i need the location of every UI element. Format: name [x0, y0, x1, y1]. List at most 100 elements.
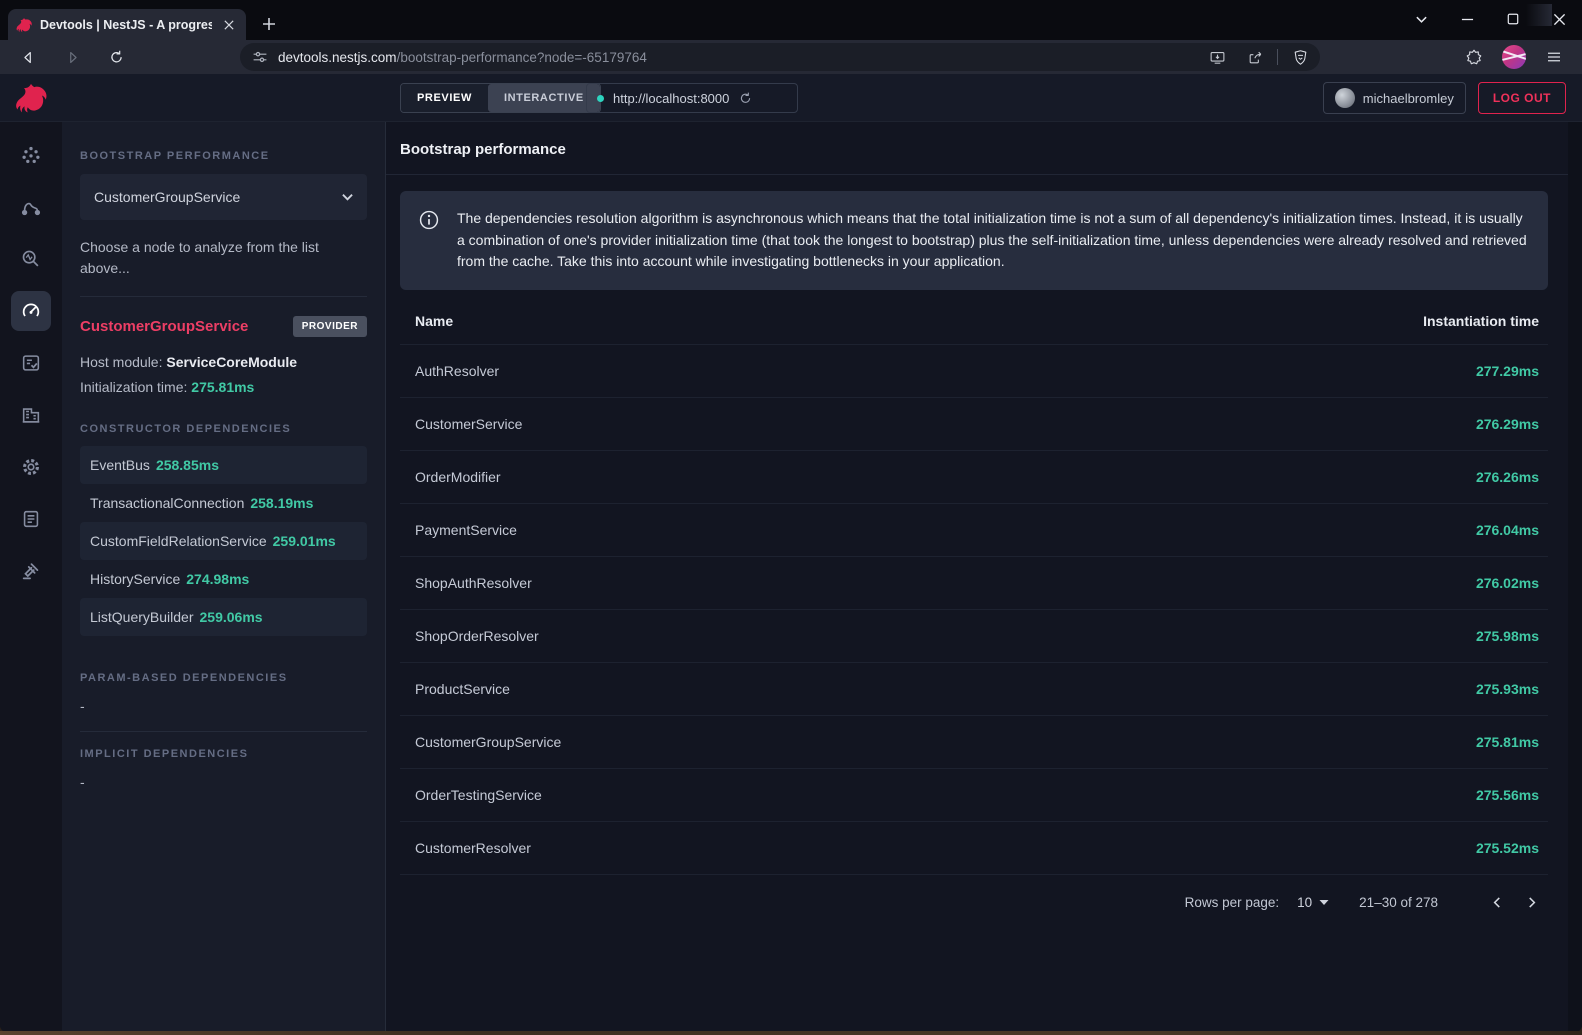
sidebar-item-inspect[interactable]: [11, 239, 51, 279]
dependency-name: TransactionalConnection: [90, 495, 244, 511]
dependency-item[interactable]: EventBus 258.85ms: [80, 446, 367, 484]
browser-window: Devtools | NestJS - A progressive: [0, 0, 1582, 1032]
tab-close-icon[interactable]: [220, 16, 238, 34]
row-time: 276.02ms: [1476, 575, 1539, 591]
previous-page-icon[interactable]: [1480, 885, 1514, 919]
table-row[interactable]: AuthResolver 277.29ms: [400, 344, 1548, 397]
back-button[interactable]: [12, 43, 44, 71]
sidebar-item-registry[interactable]: [11, 343, 51, 383]
table-header: Name Instantiation time: [400, 300, 1548, 344]
share-icon[interactable]: [1239, 43, 1271, 71]
constructor-deps-title: CONSTRUCTOR DEPENDENCIES: [80, 423, 367, 435]
dependency-time: 258.85ms: [156, 457, 219, 473]
browser-toolbar: devtools.nestjs.com/bootstrap-performanc…: [0, 40, 1582, 74]
scrollbar-gutter[interactable]: [1568, 122, 1582, 1032]
dependency-time: 258.19ms: [250, 495, 313, 511]
row-name: AuthResolver: [415, 363, 499, 379]
table-row[interactable]: OrderModifier 276.26ms: [400, 450, 1548, 503]
chevron-down-icon: [342, 193, 353, 201]
refresh-icon[interactable]: [738, 91, 753, 106]
param-deps-title: PARAM-BASED DEPENDENCIES: [80, 672, 367, 684]
selected-node-name: CustomerGroupService: [80, 318, 248, 335]
browser-menu-icon[interactable]: [1538, 43, 1570, 71]
minimize-button[interactable]: [1444, 0, 1490, 38]
toolbar-divider: [1277, 49, 1278, 65]
row-time: 275.93ms: [1476, 681, 1539, 697]
mode-switch: PREVIEW INTERACTIVE: [400, 83, 601, 113]
target-url-box[interactable]: http://localhost:8000: [586, 83, 798, 113]
dependency-time: 274.98ms: [186, 571, 249, 587]
browser-tab[interactable]: Devtools | NestJS - A progressive: [8, 9, 246, 40]
url-text: devtools.nestjs.com/bootstrap-performanc…: [278, 50, 1191, 65]
reload-button[interactable]: [100, 43, 132, 71]
sidebar-item-docs[interactable]: [11, 499, 51, 539]
row-time: 277.29ms: [1476, 363, 1539, 379]
dependency-name: EventBus: [90, 457, 150, 473]
row-time: 275.98ms: [1476, 628, 1539, 644]
logout-button[interactable]: LOG OUT: [1478, 82, 1566, 114]
table-row[interactable]: PaymentService 276.04ms: [400, 503, 1548, 556]
sidebar-item-performance[interactable]: [11, 291, 51, 331]
target-url: http://localhost:8000: [613, 91, 729, 106]
user-chip[interactable]: michaelbromley: [1323, 82, 1466, 114]
save-to-device-icon[interactable]: [1201, 43, 1233, 71]
tab-title: Devtools | NestJS - A progressive: [40, 18, 212, 32]
sidebar-item-graph[interactable]: [11, 135, 51, 175]
bootstrap-panel: BOOTSTRAP PERFORMANCE CustomerGroupServi…: [62, 122, 386, 1032]
sidebar-item-modules[interactable]: [11, 395, 51, 435]
new-tab-button[interactable]: [254, 9, 284, 39]
extensions-icon[interactable]: [1458, 43, 1490, 71]
url-path: /bootstrap-performance?node=-65179764: [397, 50, 647, 65]
dependency-item[interactable]: ListQueryBuilder 259.06ms: [80, 598, 367, 636]
row-time: 275.52ms: [1476, 840, 1539, 856]
nestjs-logo[interactable]: [0, 74, 62, 122]
dependency-time: 259.06ms: [200, 609, 263, 625]
tab-interactive[interactable]: INTERACTIVE: [488, 84, 600, 112]
rows-per-page-label: Rows per page:: [1185, 895, 1280, 910]
row-time: 275.56ms: [1476, 787, 1539, 803]
close-button[interactable]: [1536, 0, 1582, 38]
page-title: Bootstrap performance: [400, 141, 566, 158]
table-row[interactable]: CustomerResolver 275.52ms: [400, 821, 1548, 874]
dependency-item[interactable]: CustomFieldRelationService 259.01ms: [80, 522, 367, 560]
host-module-value: ServiceCoreModule: [166, 354, 297, 370]
forward-button[interactable]: [56, 43, 88, 71]
performance-table: Name Instantiation time AuthResolver 277…: [400, 300, 1548, 875]
constructor-deps-list: EventBus 258.85ms TransactionalConnectio…: [80, 446, 367, 636]
rows-per-page-select[interactable]: 10: [1297, 895, 1329, 910]
tab-search-icon[interactable]: [1398, 0, 1444, 38]
tab-preview[interactable]: PREVIEW: [401, 84, 488, 112]
row-time: 275.81ms: [1476, 734, 1539, 750]
site-settings-icon[interactable]: [252, 49, 268, 65]
sidebar-item-settings[interactable]: [11, 447, 51, 487]
row-name: ProductService: [415, 681, 510, 697]
init-time-row: Initialization time: 275.81ms: [80, 377, 367, 397]
browser-profile-avatar[interactable]: [1502, 45, 1526, 69]
next-page-icon[interactable]: [1514, 885, 1548, 919]
implicit-deps-value: -: [80, 774, 367, 790]
address-bar[interactable]: devtools.nestjs.com/bootstrap-performanc…: [240, 43, 1320, 71]
sidebar-item-routes[interactable]: [11, 187, 51, 227]
table-row[interactable]: CustomerService 276.29ms: [400, 397, 1548, 450]
dependency-name: CustomFieldRelationService: [90, 533, 267, 549]
info-icon: [418, 209, 440, 231]
table-row[interactable]: OrderTestingService 275.56ms: [400, 768, 1548, 821]
table-row[interactable]: ProductService 275.93ms: [400, 662, 1548, 715]
dependency-item[interactable]: HistoryService 274.98ms: [80, 560, 367, 598]
main-content: Bootstrap performance The dependencies r…: [386, 122, 1582, 1032]
table-row[interactable]: CustomerGroupService 275.81ms: [400, 715, 1548, 768]
node-select[interactable]: CustomerGroupService: [80, 174, 367, 220]
maximize-button[interactable]: [1490, 0, 1536, 38]
info-text: The dependencies resolution algorithm is…: [457, 208, 1530, 273]
row-name: OrderModifier: [415, 469, 501, 485]
row-name: ShopOrderResolver: [415, 628, 539, 644]
table-row[interactable]: ShopAuthResolver 276.02ms: [400, 556, 1548, 609]
column-name: Name: [415, 313, 453, 329]
user-avatar: [1335, 88, 1355, 108]
dependency-item[interactable]: TransactionalConnection 258.19ms: [80, 484, 367, 522]
sidebar-item-audit[interactable]: [11, 551, 51, 591]
column-time: Instantiation time: [1423, 313, 1539, 329]
table-row[interactable]: ShopOrderResolver 275.98ms: [400, 609, 1548, 662]
brave-shields-icon[interactable]: [1284, 43, 1316, 71]
dependency-name: HistoryService: [90, 571, 180, 587]
